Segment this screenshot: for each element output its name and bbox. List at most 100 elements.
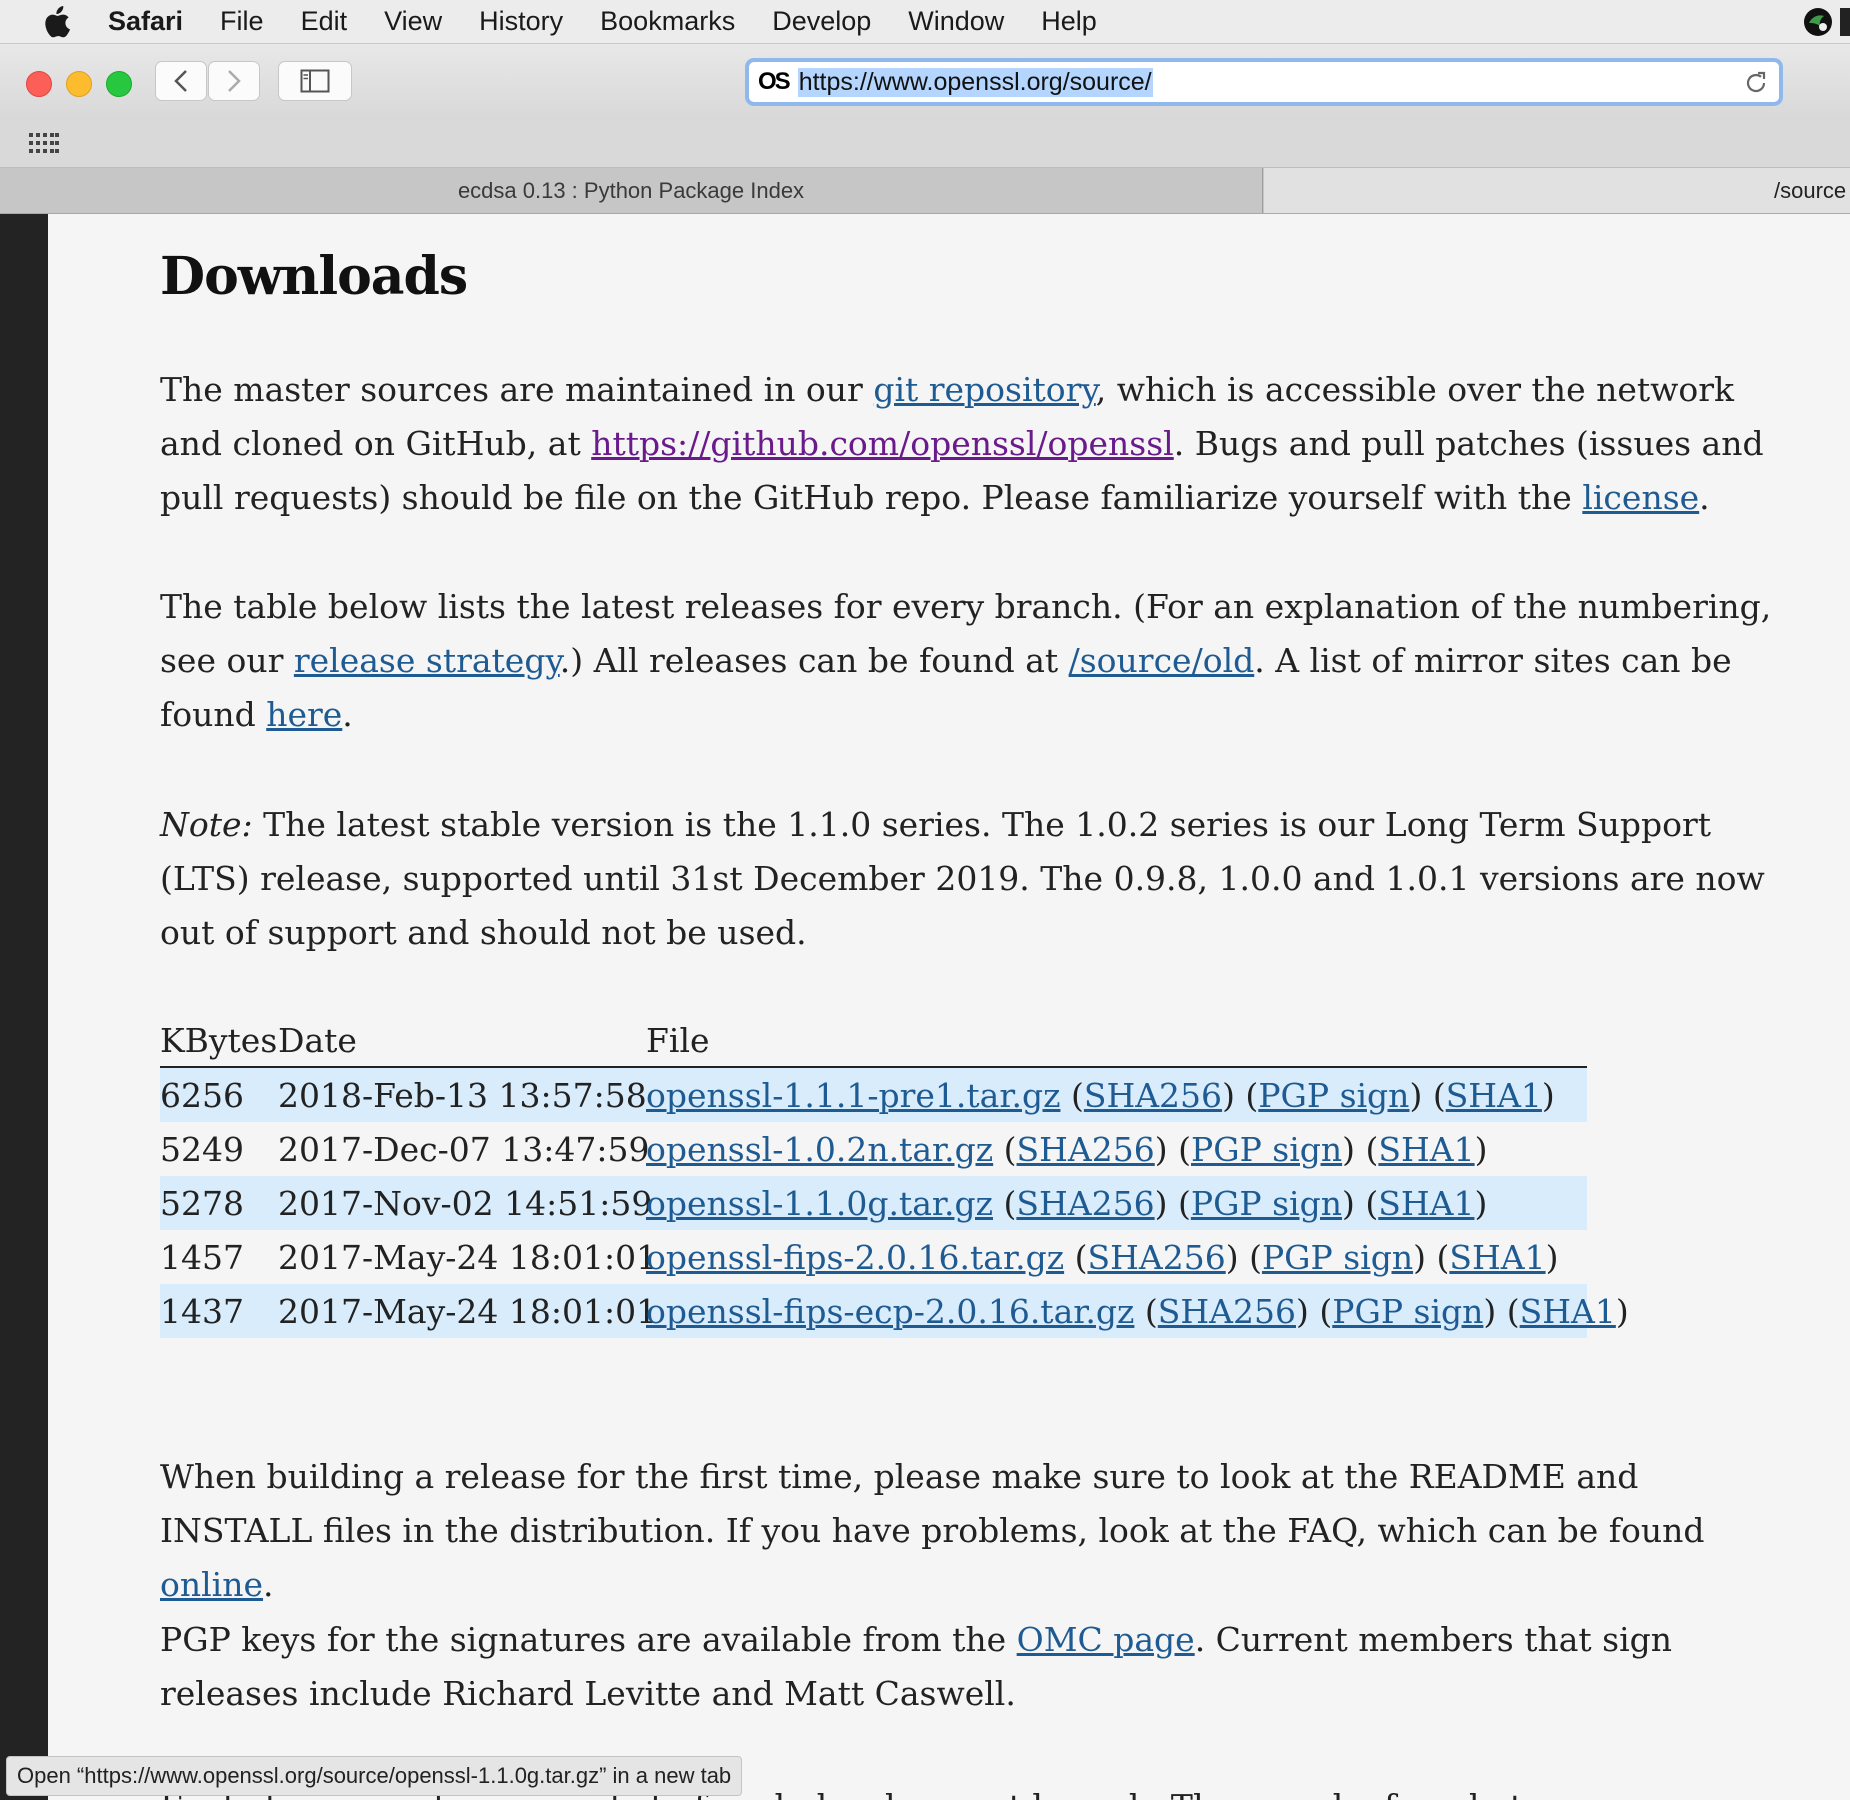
file-cell: openssl-fips-ecp-2.0.16.tar.gz (SHA256) … <box>646 1291 1629 1331</box>
forward-button[interactable] <box>208 61 260 101</box>
date-cell: 2017-Nov-02 14:51:59 <box>278 1183 653 1223</box>
favorites-bar <box>0 120 1850 168</box>
text: When building a release for the first ti… <box>160 1457 1705 1550</box>
table-header: KBytes Date File <box>160 1014 1587 1068</box>
releases-paragraph: The table below lists the latest release… <box>160 580 1780 742</box>
file-cell: openssl-1.1.1-pre1.tar.gz (SHA256) (PGP … <box>646 1075 1555 1115</box>
menu-edit[interactable]: Edit <box>301 6 348 37</box>
menu-window[interactable]: Window <box>908 6 1004 37</box>
sha256-link[interactable]: SHA256 <box>1158 1292 1296 1331</box>
faq-online-link[interactable]: online <box>160 1565 263 1604</box>
site-favicon-icon: OS <box>758 68 791 95</box>
top-sites-grid-icon[interactable] <box>29 133 59 155</box>
reload-icon[interactable] <box>1743 70 1769 96</box>
git-repository-link[interactable]: git repository <box>873 370 1095 409</box>
text: . <box>342 695 353 734</box>
sha256-link[interactable]: SHA256 <box>1087 1238 1225 1277</box>
text: . <box>1699 478 1710 517</box>
kbytes-cell: 1457 <box>160 1237 244 1277</box>
sha256-link[interactable]: SHA256 <box>1017 1130 1155 1169</box>
address-bar[interactable]: OS https://www.openssl.org/source/ <box>745 58 1783 106</box>
file-link[interactable]: openssl-1.0.2n.tar.gz <box>646 1130 993 1169</box>
kbytes-cell: 6256 <box>160 1075 244 1115</box>
url-text[interactable]: https://www.openssl.org/source/ <box>797 67 1153 97</box>
text: . <box>263 1565 274 1604</box>
window-close-button[interactable] <box>26 71 52 97</box>
file-cell: openssl-1.0.2n.tar.gz (SHA256) (PGP sign… <box>646 1129 1488 1169</box>
header-date: Date <box>278 1020 357 1060</box>
date-cell: 2017-May-24 18:01:01 <box>278 1237 658 1277</box>
menu-develop[interactable]: Develop <box>772 6 871 37</box>
menu-file[interactable]: File <box>220 6 264 37</box>
source-old-link[interactable]: /source/old <box>1069 641 1255 680</box>
menu-help[interactable]: Help <box>1041 6 1097 37</box>
header-kbytes: KBytes <box>160 1020 278 1060</box>
window-minimize-button[interactable] <box>66 71 92 97</box>
date-cell: 2017-Dec-07 13:47:59 <box>278 1129 650 1169</box>
menu-history[interactable]: History <box>479 6 563 37</box>
table-row: 1437 2017-May-24 18:01:01 openssl-fips-e… <box>160 1284 1629 1338</box>
link-status-bar: Open “https://www.openssl.org/source/ope… <box>6 1756 743 1796</box>
pgp-sign-link[interactable]: PGP sign <box>1262 1238 1413 1277</box>
sha1-link[interactable]: SHA1 <box>1446 1076 1542 1115</box>
file-link[interactable]: openssl-fips-2.0.16.tar.gz <box>646 1238 1064 1277</box>
table-row: 5278 2017-Nov-02 14:51:59 openssl-1.1.0g… <box>160 1176 1587 1230</box>
back-button[interactable] <box>155 61 207 101</box>
sha1-link[interactable]: SHA1 <box>1378 1184 1474 1223</box>
date-cell: 2017-May-24 18:01:01 <box>278 1291 658 1331</box>
pgp-sign-link[interactable]: PGP sign <box>1258 1076 1409 1115</box>
pgp-sign-link[interactable]: PGP sign <box>1191 1184 1342 1223</box>
license-link[interactable]: license <box>1582 478 1699 517</box>
sha256-link[interactable]: SHA256 <box>1016 1184 1154 1223</box>
menu-bar: Safari File Edit View History Bookmarks … <box>0 0 1850 44</box>
text: .) All releases can be found at <box>559 641 1069 680</box>
tab-openssl-source[interactable]: /source <box>1264 168 1850 213</box>
pgp-paragraph: PGP keys for the signatures are availabl… <box>160 1613 1780 1721</box>
status-menu-icon[interactable] <box>1790 0 1850 44</box>
tab-pypi-ecdsa[interactable]: ecdsa 0.13 : Python Package Index <box>0 168 1263 213</box>
sha1-link[interactable]: SHA1 <box>1449 1238 1545 1277</box>
menu-view[interactable]: View <box>384 6 442 37</box>
file-link[interactable]: openssl-1.1.1-pre1.tar.gz <box>646 1076 1060 1115</box>
note-paragraph: Note: The latest stable version is the 1… <box>160 798 1780 960</box>
table-row: 5249 2017-Dec-07 13:47:59 openssl-1.0.2n… <box>160 1122 1587 1176</box>
downloads-table: KBytes Date File 6256 2018-Feb-13 13:57:… <box>160 1014 1629 1338</box>
release-strategy-link[interactable]: release strategy <box>294 641 560 680</box>
header-file: File <box>646 1020 710 1060</box>
table-row: 6256 2018-Feb-13 13:57:58 openssl-1.1.1-… <box>160 1068 1587 1122</box>
text: The master sources are maintained in our <box>160 370 874 409</box>
page-title: Downloads <box>160 246 468 307</box>
build-paragraph: When building a release for the first ti… <box>160 1450 1780 1612</box>
kbytes-cell: 1437 <box>160 1291 244 1331</box>
pgp-sign-link[interactable]: PGP sign <box>1191 1130 1342 1169</box>
page-left-gutter <box>0 214 48 1800</box>
menu-safari[interactable]: Safari <box>108 6 183 37</box>
omc-page-link[interactable]: OMC page <box>1017 1620 1195 1659</box>
table-row: 1457 2017-May-24 18:01:01 openssl-fips-2… <box>160 1230 1587 1284</box>
menu-extras <box>1790 0 1850 44</box>
chevron-left-icon <box>174 70 187 92</box>
sha1-link[interactable]: SHA1 <box>1378 1130 1474 1169</box>
browser-toolbar: OS https://www.openssl.org/source/ <box>0 44 1850 120</box>
sidebar-toggle-button[interactable] <box>278 61 352 101</box>
file-link[interactable]: openssl-fips-ecp-2.0.16.tar.gz <box>646 1292 1134 1331</box>
pgp-sign-link[interactable]: PGP sign <box>1332 1292 1483 1331</box>
sidebar-icon <box>300 69 330 93</box>
file-cell: openssl-fips-2.0.16.tar.gz (SHA256) (PGP… <box>646 1237 1559 1277</box>
menu-bookmarks[interactable]: Bookmarks <box>600 6 735 37</box>
file-cell: openssl-1.1.0g.tar.gz (SHA256) (PGP sign… <box>646 1183 1488 1223</box>
mirrors-here-link[interactable]: here <box>266 695 342 734</box>
apple-menu-icon[interactable] <box>38 5 74 37</box>
date-cell: 2018-Feb-13 13:57:58 <box>278 1075 647 1115</box>
file-link[interactable]: openssl-1.1.0g.tar.gz <box>646 1184 993 1223</box>
chevron-right-icon <box>228 70 241 92</box>
window-zoom-button[interactable] <box>106 71 132 97</box>
web-content: Downloads The master sources are maintai… <box>48 214 1850 1800</box>
sha256-link[interactable]: SHA256 <box>1084 1076 1222 1115</box>
sha1-link[interactable]: SHA1 <box>1520 1292 1616 1331</box>
note-label: Note: <box>160 805 253 844</box>
kbytes-cell: 5278 <box>160 1183 244 1223</box>
tab-bar: ecdsa 0.13 : Python Package Index /sourc… <box>0 168 1850 214</box>
github-link[interactable]: https://github.com/openssl/openssl <box>591 424 1174 463</box>
text: PGP keys for the signatures are availabl… <box>160 1620 1017 1659</box>
